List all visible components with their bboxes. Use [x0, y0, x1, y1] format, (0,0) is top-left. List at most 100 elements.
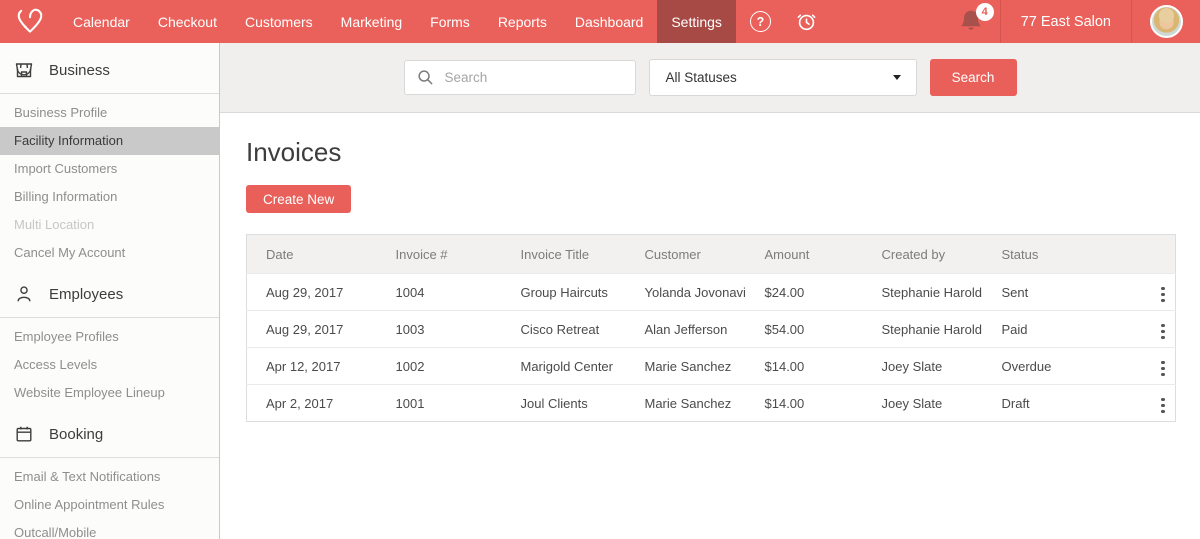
col-header-invoice-number: Invoice #: [377, 235, 502, 274]
top-nav: Calendar Checkout Customers Marketing Fo…: [0, 0, 1200, 43]
sidebar-item-online-appointment-rules[interactable]: Online Appointment Rules: [0, 491, 219, 519]
cell-amount: $54.00: [746, 311, 863, 348]
nav-item-reports[interactable]: Reports: [484, 0, 561, 43]
sidebar-section-booking: Booking Email & Text Notifications Onlin…: [0, 407, 219, 539]
search-icon: [417, 69, 434, 86]
cell-created-by: Stephanie Harold: [863, 274, 983, 311]
row-actions-kebab-icon[interactable]: [1155, 283, 1171, 307]
cell-status: Draft: [983, 385, 1136, 422]
main-panel: All Statuses Search Invoices Create New …: [220, 43, 1200, 539]
cell-date: Apr 2, 2017: [247, 385, 377, 422]
nav-item-settings[interactable]: Settings: [657, 0, 736, 43]
nav-item-customers[interactable]: Customers: [231, 0, 327, 43]
nav-item-forms[interactable]: Forms: [416, 0, 484, 43]
reminders-button[interactable]: [783, 0, 830, 43]
nav-item-marketing[interactable]: Marketing: [327, 0, 416, 43]
cell-customer: Marie Sanchez: [626, 385, 746, 422]
cell-amount: $14.00: [746, 348, 863, 385]
sidebar-item-facility-information[interactable]: Facility Information: [0, 127, 219, 155]
user-menu[interactable]: [1132, 0, 1200, 43]
main-menu: Calendar Checkout Customers Marketing Fo…: [59, 0, 736, 43]
sidebar-item-access-levels[interactable]: Access Levels: [0, 351, 219, 379]
nav-item-calendar[interactable]: Calendar: [59, 0, 144, 43]
topnav-right-group: 4 77 East Salon: [946, 0, 1200, 43]
invoices-content: Invoices Create New Date Invoice # Invoi…: [220, 113, 1200, 422]
sidebar-section-employees: Employees Employee Profiles Access Level…: [0, 267, 219, 407]
sidebar-item-cancel-my-account[interactable]: Cancel My Account: [0, 239, 219, 267]
cell-invoice-title: Marigold Center: [502, 348, 626, 385]
sidebar-item-billing-information[interactable]: Billing Information: [0, 183, 219, 211]
user-avatar: [1150, 5, 1183, 38]
table-row: Apr 2, 2017 1001 Joul Clients Marie Sanc…: [247, 385, 1176, 422]
cell-customer: Alan Jefferson: [626, 311, 746, 348]
nav-item-checkout[interactable]: Checkout: [144, 0, 231, 43]
cell-customer: Marie Sanchez: [626, 348, 746, 385]
cell-invoice-number: 1003: [377, 311, 502, 348]
col-header-actions: [1136, 235, 1176, 274]
create-new-button[interactable]: Create New: [246, 185, 351, 213]
cell-created-by: Stephanie Harold: [863, 311, 983, 348]
row-actions-kebab-icon[interactable]: [1155, 394, 1171, 418]
sidebar-section-employees-header: Employees: [0, 284, 219, 318]
col-header-amount: Amount: [746, 235, 863, 274]
cell-status: Paid: [983, 311, 1136, 348]
table-row: Apr 12, 2017 1002 Marigold Center Marie …: [247, 348, 1176, 385]
sidebar-section-title: Booking: [49, 426, 103, 443]
sidebar-section-title: Business: [49, 62, 110, 79]
brand-logo[interactable]: [0, 0, 59, 43]
cell-status: Overdue: [983, 348, 1136, 385]
col-header-customer: Customer: [626, 235, 746, 274]
help-button[interactable]: ?: [738, 0, 783, 43]
table-row: Aug 29, 2017 1003 Cisco Retreat Alan Jef…: [247, 311, 1176, 348]
person-icon: [14, 284, 34, 304]
sidebar-item-outcall-mobile[interactable]: Outcall/Mobile: [0, 519, 219, 539]
help-icon: ?: [750, 11, 771, 32]
chevron-down-icon: [893, 75, 901, 80]
cell-invoice-number: 1004: [377, 274, 502, 311]
row-actions-kebab-icon[interactable]: [1155, 357, 1171, 381]
sidebar-section-title: Employees: [49, 286, 123, 303]
search-button[interactable]: Search: [930, 59, 1017, 96]
cell-created-by: Joey Slate: [863, 348, 983, 385]
col-header-status: Status: [983, 235, 1136, 274]
vagaro-logo-icon: [14, 6, 46, 38]
cell-date: Aug 29, 2017: [247, 311, 377, 348]
cell-invoice-number: 1002: [377, 348, 502, 385]
sidebar-section-business-header: Business: [0, 60, 219, 94]
cell-date: Apr 12, 2017: [247, 348, 377, 385]
search-input[interactable]: [443, 69, 625, 86]
notifications-button[interactable]: 4: [946, 0, 1000, 43]
cell-date: Aug 29, 2017: [247, 274, 377, 311]
cell-invoice-title: Joul Clients: [502, 385, 626, 422]
sidebar-item-email-text-notifications[interactable]: Email & Text Notifications: [0, 463, 219, 491]
sidebar-section-booking-header: Booking: [0, 424, 219, 458]
table-header-row: Date Invoice # Invoice Title Customer Am…: [247, 235, 1176, 274]
sidebar-item-business-profile[interactable]: Business Profile: [0, 99, 219, 127]
sidebar-item-import-customers[interactable]: Import Customers: [0, 155, 219, 183]
nav-item-dashboard[interactable]: Dashboard: [561, 0, 658, 43]
status-filter-value: All Statuses: [666, 70, 737, 85]
col-header-date: Date: [247, 235, 377, 274]
cell-invoice-title: Cisco Retreat: [502, 311, 626, 348]
cell-status: Sent: [983, 274, 1136, 311]
row-actions-kebab-icon[interactable]: [1155, 320, 1171, 344]
table-row: Aug 29, 2017 1004 Group Haircuts Yolanda…: [247, 274, 1176, 311]
sidebar-item-employee-profiles[interactable]: Employee Profiles: [0, 323, 219, 351]
cell-amount: $24.00: [746, 274, 863, 311]
settings-sidebar: Business Business Profile Facility Infor…: [0, 43, 220, 539]
sidebar-item-website-employee-lineup[interactable]: Website Employee Lineup: [0, 379, 219, 407]
cell-created-by: Joey Slate: [863, 385, 983, 422]
sidebar-item-multi-location: Multi Location: [0, 211, 219, 239]
filter-toolbar: All Statuses Search: [220, 43, 1200, 113]
cell-invoice-number: 1001: [377, 385, 502, 422]
calendar-icon: [14, 424, 34, 444]
business-account-name[interactable]: 77 East Salon: [1001, 0, 1131, 43]
cell-amount: $14.00: [746, 385, 863, 422]
status-filter-select[interactable]: All Statuses: [649, 59, 917, 96]
col-header-created-by: Created by: [863, 235, 983, 274]
alarm-clock-icon: [795, 10, 818, 33]
cell-customer: Yolanda Jovonavich: [626, 274, 746, 311]
sidebar-section-business: Business Business Profile Facility Infor…: [0, 43, 219, 267]
storefront-icon: [14, 60, 34, 80]
cell-invoice-title: Group Haircuts: [502, 274, 626, 311]
